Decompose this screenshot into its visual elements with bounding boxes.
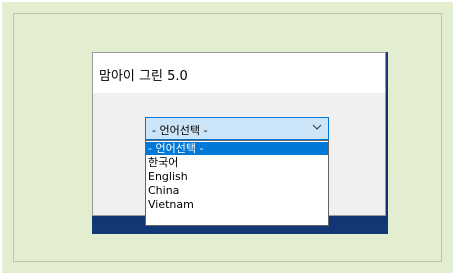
language-option-vietnam[interactable]: Vietnam	[146, 198, 328, 211]
language-option-china[interactable]: China	[146, 184, 328, 197]
language-option-korean[interactable]: 한국어	[146, 156, 328, 169]
chevron-down-icon[interactable]	[312, 122, 322, 132]
dialog-title: 맘아이 그린 5.0	[99, 69, 188, 84]
language-select[interactable]: - 언어선택 -	[145, 117, 329, 140]
dialog-titlebar: 맘아이 그린 5.0	[93, 53, 385, 93]
language-option-placeholder[interactable]: - 언어선택 -	[146, 142, 328, 155]
language-select-value: - 언어선택 -	[152, 124, 208, 137]
language-dropdown-list: - 언어선택 - 한국어 English China Vietnam	[145, 140, 329, 226]
language-option-english[interactable]: English	[146, 170, 328, 183]
